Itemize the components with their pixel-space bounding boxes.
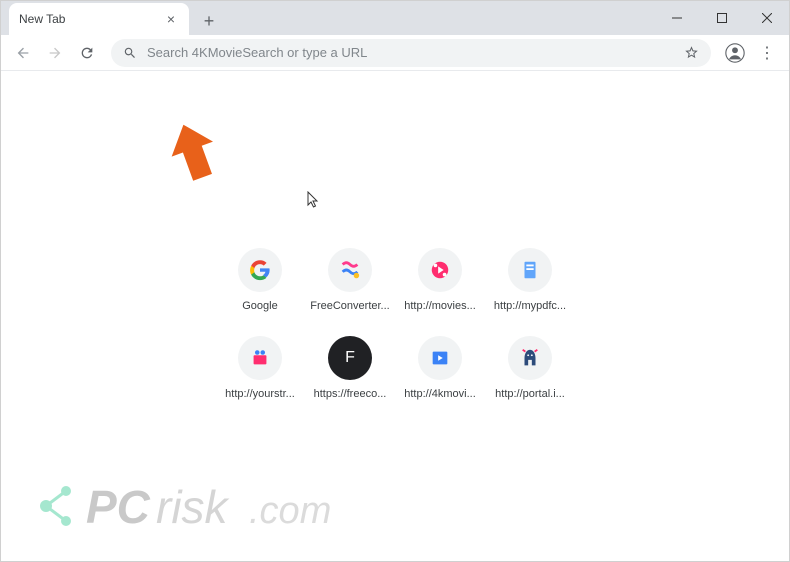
shortcut-label: FreeConverter... bbox=[310, 300, 389, 312]
svg-text:risk: risk bbox=[156, 481, 230, 533]
shortcut-4kmov[interactable]: http://4kmovi... bbox=[395, 324, 485, 412]
close-window-button[interactable] bbox=[744, 1, 789, 35]
shortcuts-grid: Google FreeConverter... http://movies...… bbox=[215, 236, 575, 412]
shortcut-label: http://mypdfc... bbox=[494, 300, 566, 312]
shortcut-label: Google bbox=[242, 300, 277, 312]
mypdf-icon bbox=[508, 248, 552, 292]
close-icon[interactable]: × bbox=[163, 11, 179, 27]
f-dark-icon: F bbox=[328, 336, 372, 380]
tab-strip: New Tab × + bbox=[1, 1, 789, 35]
google-icon bbox=[238, 248, 282, 292]
address-bar[interactable]: Search 4KMovieSearch or type a URL bbox=[111, 39, 711, 67]
browser-window: New Tab × + Se bbox=[0, 0, 790, 562]
svg-text:.com: .com bbox=[249, 490, 331, 532]
toolbar: Search 4KMovieSearch or type a URL ⋮ bbox=[1, 35, 789, 71]
bookmark-icon[interactable] bbox=[684, 45, 699, 60]
tab-title: New Tab bbox=[19, 12, 65, 26]
freeconverter-icon bbox=[328, 248, 372, 292]
back-button[interactable] bbox=[9, 39, 37, 67]
shortcut-label: http://yourstr... bbox=[225, 388, 295, 400]
search-icon bbox=[123, 46, 137, 60]
new-tab-button[interactable]: + bbox=[195, 7, 223, 35]
minimize-button[interactable] bbox=[654, 1, 699, 35]
shortcut-label: http://movies... bbox=[404, 300, 476, 312]
shortcut-label: https://freeco... bbox=[314, 388, 387, 400]
shortcut-label: http://4kmovi... bbox=[404, 388, 476, 400]
address-bar-placeholder: Search 4KMovieSearch or type a URL bbox=[147, 45, 674, 60]
arrow-annotation-icon bbox=[163, 121, 223, 191]
shortcut-portal[interactable]: http://portal.i... bbox=[485, 324, 575, 412]
portal-icon bbox=[508, 336, 552, 380]
watermark-logo: PC risk .com bbox=[11, 461, 411, 551]
shortcut-freeco-f[interactable]: F https://freeco... bbox=[305, 324, 395, 412]
cursor-icon bbox=[307, 191, 321, 209]
shortcut-freeconverter[interactable]: FreeConverter... bbox=[305, 236, 395, 324]
forward-button[interactable] bbox=[41, 39, 69, 67]
page-content: Google FreeConverter... http://movies...… bbox=[1, 71, 789, 561]
shortcut-mypdf[interactable]: http://mypdfc... bbox=[485, 236, 575, 324]
4kmov-icon bbox=[418, 336, 462, 380]
browser-tab[interactable]: New Tab × bbox=[9, 3, 189, 35]
svg-text:PC: PC bbox=[86, 481, 151, 533]
profile-button[interactable] bbox=[721, 39, 749, 67]
shortcut-yourstr[interactable]: http://yourstr... bbox=[215, 324, 305, 412]
reload-button[interactable] bbox=[73, 39, 101, 67]
menu-button[interactable]: ⋮ bbox=[753, 39, 781, 67]
shortcut-movies[interactable]: http://movies... bbox=[395, 236, 485, 324]
shortcut-label: http://portal.i... bbox=[495, 388, 565, 400]
movies-icon bbox=[418, 248, 462, 292]
shortcut-google[interactable]: Google bbox=[215, 236, 305, 324]
window-controls bbox=[654, 1, 789, 35]
maximize-button[interactable] bbox=[699, 1, 744, 35]
yourstr-icon bbox=[238, 336, 282, 380]
